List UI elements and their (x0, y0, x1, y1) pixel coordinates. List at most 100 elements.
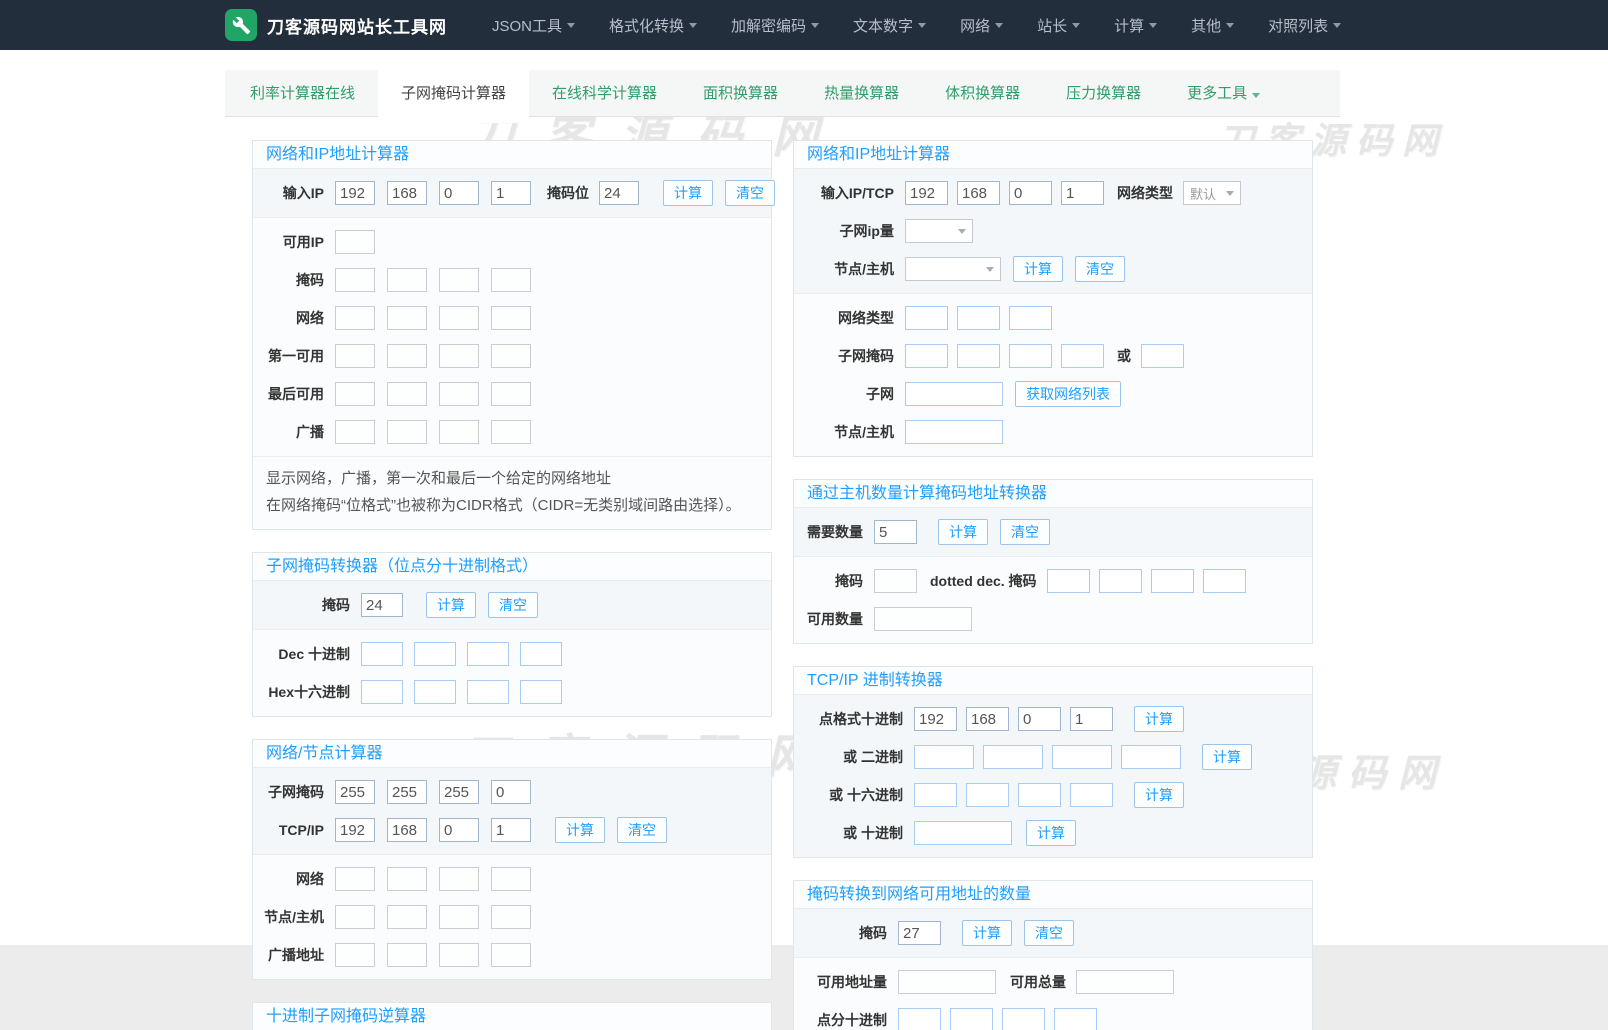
network-result-1[interactable] (335, 306, 375, 330)
ip-tcp-4-input[interactable] (1061, 181, 1104, 205)
hex-2-input[interactable] (966, 783, 1009, 807)
nav-webmaster[interactable]: 站长 (1020, 0, 1097, 50)
bin-1-input[interactable] (914, 745, 974, 769)
tab-subnet-mask-calculator[interactable]: 子网掩码计算器 (378, 70, 529, 123)
subnet-result[interactable] (905, 382, 1003, 406)
subnet-mask-1-input[interactable] (335, 780, 375, 804)
nav-format-convert[interactable]: 格式化转换 (592, 0, 714, 50)
mask-bits-input[interactable] (599, 181, 639, 205)
nav-reference-list[interactable]: 对照列表 (1251, 0, 1358, 50)
hex-result-1[interactable] (361, 680, 403, 704)
bin-4-input[interactable] (1121, 745, 1181, 769)
mask-result-3[interactable] (439, 268, 479, 292)
dec-result-1[interactable] (361, 642, 403, 666)
last-usable-1[interactable] (335, 382, 375, 406)
avail-addr-result[interactable] (898, 970, 996, 994)
network-4[interactable] (491, 867, 531, 891)
tcpip-2-input[interactable] (387, 818, 427, 842)
tab-more-tools[interactable]: 更多工具 (1164, 70, 1283, 117)
network-type-1[interactable] (905, 306, 948, 330)
ip-octet-3-input[interactable] (439, 181, 479, 205)
network-type-2[interactable] (957, 306, 1000, 330)
calc-button[interactable]: 计算 (1202, 744, 1252, 770)
last-usable-4[interactable] (491, 382, 531, 406)
dec-ip-2-input[interactable] (966, 707, 1009, 731)
dec-result-2[interactable] (414, 642, 456, 666)
subnet-mask-3-input[interactable] (439, 780, 479, 804)
first-usable-4[interactable] (491, 344, 531, 368)
network-1[interactable] (335, 867, 375, 891)
first-usable-3[interactable] (439, 344, 479, 368)
subnet-mask-3[interactable] (1009, 344, 1052, 368)
clear-button[interactable]: 清空 (1000, 519, 1050, 545)
tcpip-4-input[interactable] (491, 818, 531, 842)
tab-volume-converter[interactable]: 体积换算器 (922, 70, 1043, 117)
mask-result-4[interactable] (491, 268, 531, 292)
dotted-3[interactable] (1002, 1008, 1045, 1030)
need-count-input[interactable] (874, 520, 917, 544)
hex-result-3[interactable] (467, 680, 509, 704)
dec-ip-4-input[interactable] (1070, 707, 1113, 731)
first-usable-2[interactable] (387, 344, 427, 368)
hex-4-input[interactable] (1070, 783, 1113, 807)
subnet-mask-bits[interactable] (1141, 344, 1184, 368)
dotted-mask-1[interactable] (1047, 569, 1090, 593)
bin-2-input[interactable] (983, 745, 1043, 769)
clear-button[interactable]: 清空 (617, 817, 667, 843)
subnet-mask-2[interactable] (957, 344, 1000, 368)
hex-result-4[interactable] (520, 680, 562, 704)
hex-result-2[interactable] (414, 680, 456, 704)
subnet-mask-1[interactable] (905, 344, 948, 368)
calc-button[interactable]: 计算 (663, 180, 713, 206)
dec-ip-3-input[interactable] (1018, 707, 1061, 731)
network-result-3[interactable] (439, 306, 479, 330)
tab-heat-converter[interactable]: 热量换算器 (801, 70, 922, 117)
node-host-4[interactable] (491, 905, 531, 929)
dotted-1[interactable] (898, 1008, 941, 1030)
broadcast-2[interactable] (387, 420, 427, 444)
ip-octet-1-input[interactable] (335, 181, 375, 205)
dotted-mask-3[interactable] (1151, 569, 1194, 593)
tcpip-3-input[interactable] (439, 818, 479, 842)
tab-scientific-calculator[interactable]: 在线科学计算器 (529, 70, 680, 117)
clear-button[interactable]: 清空 (1075, 256, 1125, 282)
subnet-mask-4-input[interactable] (491, 780, 531, 804)
mask-bits-result[interactable] (874, 569, 917, 593)
broadcast-addr-3[interactable] (439, 943, 479, 967)
network-2[interactable] (387, 867, 427, 891)
brand[interactable]: 刀客源码网站长工具网 (225, 9, 447, 41)
network-result-2[interactable] (387, 306, 427, 330)
calc-button[interactable]: 计算 (1026, 820, 1076, 846)
nav-other[interactable]: 其他 (1174, 0, 1251, 50)
mask-result-2[interactable] (387, 268, 427, 292)
node-host-2[interactable] (387, 905, 427, 929)
mask-input[interactable] (898, 921, 941, 945)
calc-button[interactable]: 计算 (555, 817, 605, 843)
clear-button[interactable]: 清空 (1024, 920, 1074, 946)
calc-button[interactable]: 计算 (1013, 256, 1063, 282)
nav-encrypt-encode[interactable]: 加解密编码 (714, 0, 836, 50)
usable-ip-result[interactable] (335, 230, 375, 254)
dotted-2[interactable] (950, 1008, 993, 1030)
nav-network[interactable]: 网络 (943, 0, 1020, 50)
broadcast-addr-1[interactable] (335, 943, 375, 967)
mask-input[interactable] (361, 593, 403, 617)
ip-tcp-2-input[interactable] (957, 181, 1000, 205)
broadcast-addr-2[interactable] (387, 943, 427, 967)
calc-button[interactable]: 计算 (938, 519, 988, 545)
bin-3-input[interactable] (1052, 745, 1112, 769)
nav-text-number[interactable]: 文本数字 (836, 0, 943, 50)
first-usable-1[interactable] (335, 344, 375, 368)
tab-interest-calculator[interactable]: 利率计算器在线 (227, 70, 378, 117)
calc-button[interactable]: 计算 (426, 592, 476, 618)
ip-tcp-3-input[interactable] (1009, 181, 1052, 205)
nav-json-tools[interactable]: JSON工具 (475, 0, 592, 50)
last-usable-2[interactable] (387, 382, 427, 406)
broadcast-1[interactable] (335, 420, 375, 444)
dotted-4[interactable] (1054, 1008, 1097, 1030)
broadcast-addr-4[interactable] (491, 943, 531, 967)
network-type-select[interactable]: 默认 (1183, 181, 1241, 205)
clear-button[interactable]: 清空 (488, 592, 538, 618)
dec-ip-1-input[interactable] (914, 707, 957, 731)
decimal-input[interactable] (914, 821, 1012, 845)
